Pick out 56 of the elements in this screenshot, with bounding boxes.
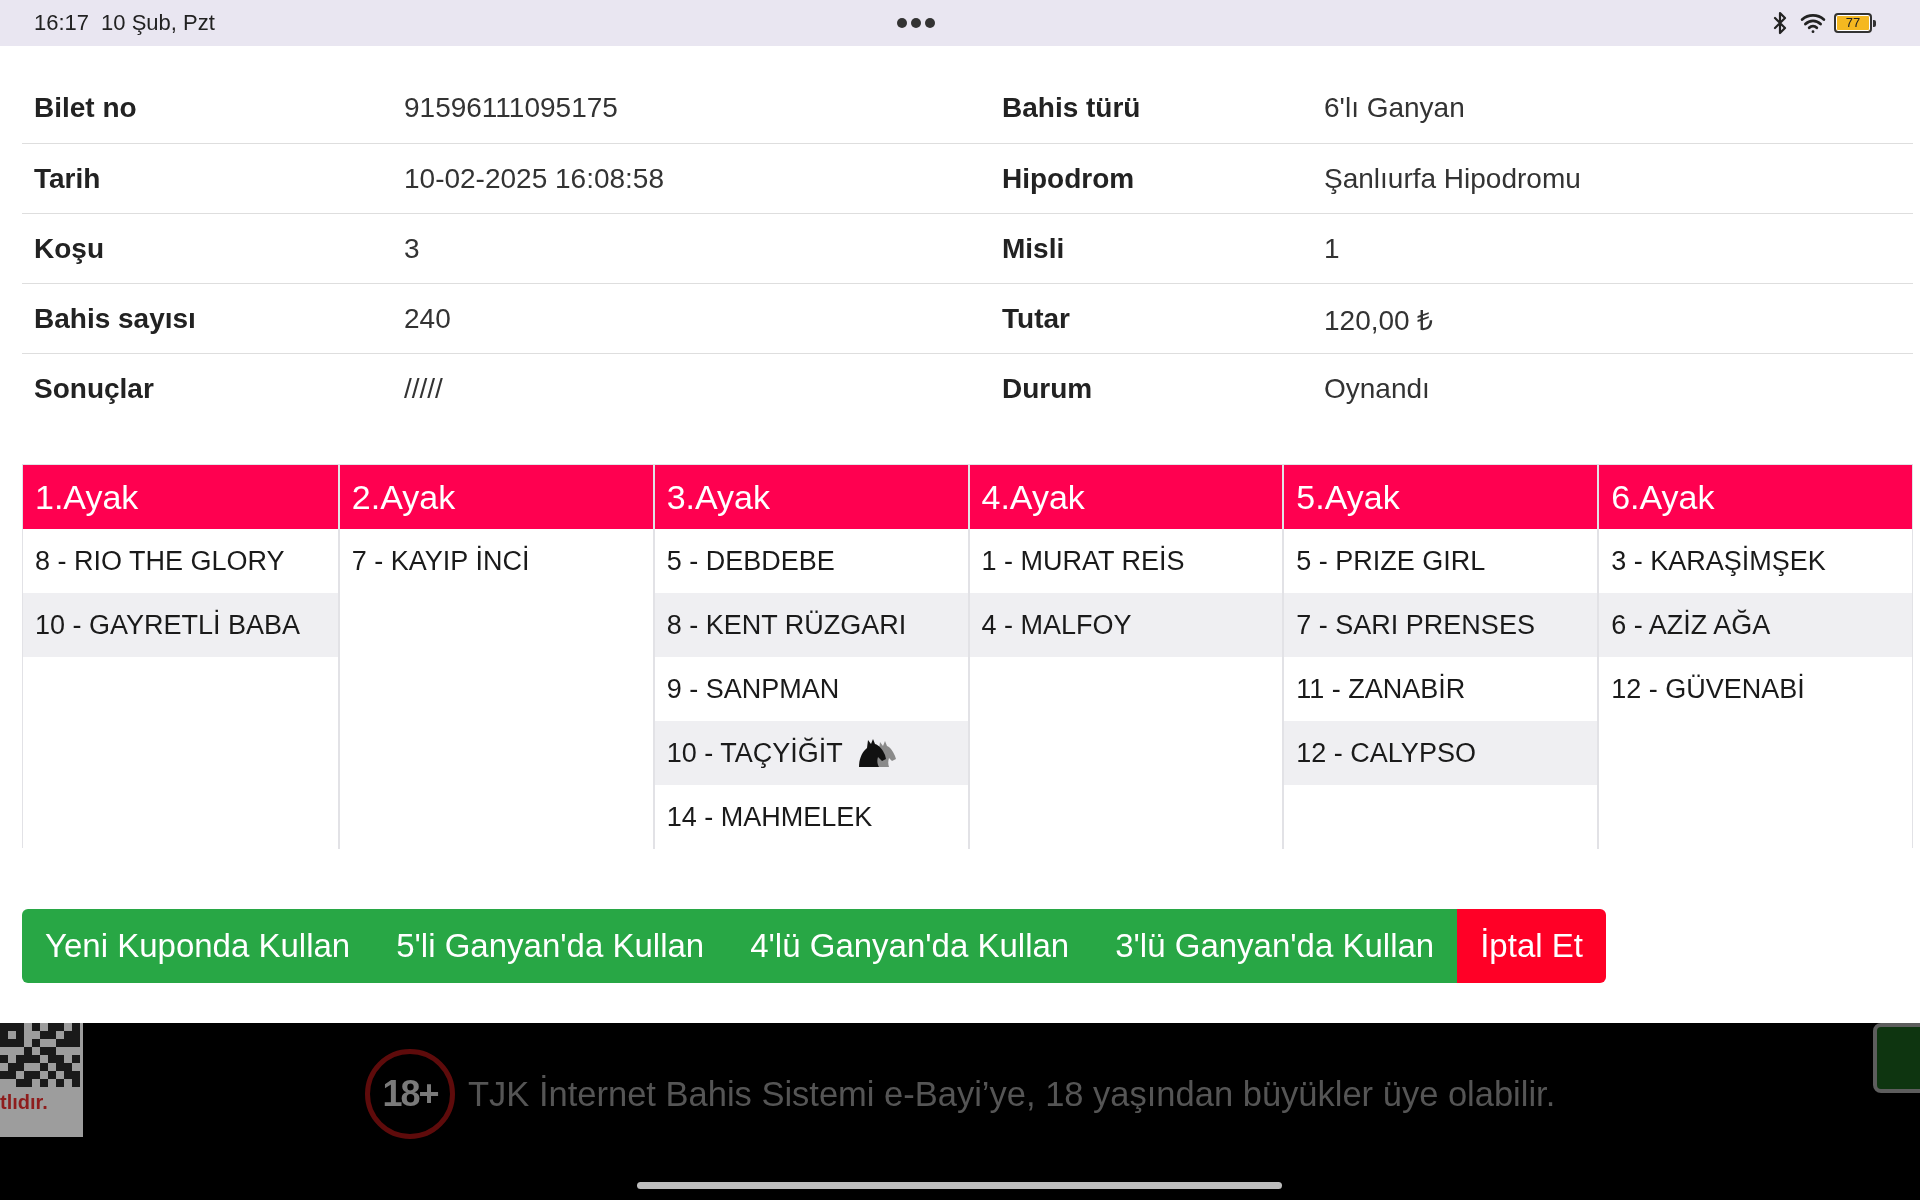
- field-label: Durum: [1001, 372, 1094, 405]
- runner-name: 4 - MALFOY: [981, 609, 1132, 641]
- runner-name: 5 - PRIZE GIRL: [1296, 545, 1486, 577]
- runner-name: 8 - RIO THE GLORY: [35, 545, 285, 577]
- runner-name: 12 - GÜVENABİ: [1611, 673, 1805, 705]
- field-label: Bahis sayısı: [33, 302, 197, 335]
- field-value: 3: [403, 232, 421, 265]
- age-notice-text: TJK İnternet Bahis Sistemi e-Bayi’ye, 18 yaşından büyükler üye olabilir.: [468, 1074, 1556, 1114]
- field-value: Şanlıurfa Hipodromu: [1323, 162, 1582, 195]
- field-label: Misli: [1001, 232, 1066, 265]
- use-coupon-button[interactable]: 4'lü Ganyan'da Kullan: [727, 909, 1093, 983]
- field-value: Oynandı: [1323, 372, 1431, 405]
- runner-name: 7 - KAYIP İNCİ: [351, 545, 530, 577]
- qr-code-icon: [0, 1023, 80, 1087]
- runner-name: 11 - ZANABİR: [1296, 673, 1466, 705]
- use-coupon-button[interactable]: 3'lü Ganyan'da Kullan: [1092, 909, 1458, 983]
- use-coupon-button[interactable]: Yeni Kuponda Kullan: [22, 909, 374, 983]
- runner-name: 9 - SANPMAN: [666, 673, 840, 705]
- field-label: Hipodrom: [1001, 162, 1136, 195]
- field-label: Sonuçlar: [33, 372, 155, 405]
- column-header: 6.Ayak: [1599, 465, 1912, 529]
- runner-name: 10 - TAÇYİĞİT: [666, 737, 843, 769]
- runner-name: 3 - KARAŞİMŞEK: [1611, 545, 1826, 577]
- field-value: 6'lı Ganyan: [1323, 92, 1466, 124]
- field-value: 91596111095175: [403, 92, 619, 124]
- field-value: 10-02-2025 16:08:58: [403, 162, 665, 195]
- dots-icon: [897, 18, 936, 28]
- runner-name: 14 - MAHMELEK: [666, 801, 873, 833]
- field-value: 1: [1323, 232, 1341, 265]
- cancel-button[interactable]: İptal Et: [1457, 909, 1606, 983]
- column-header: 3.Ayak: [654, 465, 968, 529]
- runner-name: 10 - GAYRETLİ BABA: [35, 609, 301, 641]
- runner-name: 8 - KENT RÜZGARI: [666, 609, 907, 641]
- runner-name: 7 - SARI PRENSES: [1296, 609, 1535, 641]
- qr-caption: tlıdır.: [0, 1091, 48, 1114]
- field-label: Bahis türü: [1001, 92, 1142, 124]
- field-label: Koşu: [33, 232, 105, 265]
- field-label: Tarih: [33, 162, 102, 195]
- age-limit-badge: 18+: [365, 1049, 455, 1139]
- runner-name: 6 - AZİZ AĞA: [1611, 609, 1771, 641]
- clock-time: 16:17: [34, 10, 90, 36]
- runner-name: 1 - MURAT REİS: [981, 545, 1185, 577]
- column-header: 4.Ayak: [969, 465, 1283, 529]
- runner-name: 12 - CALYPSO: [1296, 737, 1476, 769]
- field-value: /////: [403, 372, 444, 405]
- field-label: Bilet no: [33, 92, 138, 124]
- field-label: Tutar: [1001, 302, 1071, 335]
- field-value: 240: [403, 302, 452, 335]
- field-value: 120,00 ₺: [1323, 303, 1435, 338]
- side-panel: [1873, 1023, 1920, 1093]
- runner-name: 5 - DEBDEBE: [666, 545, 835, 577]
- date-text: 10 Şub, Pzt: [101, 10, 215, 36]
- column-header: 1.Ayak: [23, 465, 338, 529]
- use-coupon-button[interactable]: 5'li Ganyan'da Kullan: [373, 909, 728, 983]
- column-header: 2.Ayak: [339, 465, 653, 529]
- column-header: 5.Ayak: [1284, 465, 1598, 529]
